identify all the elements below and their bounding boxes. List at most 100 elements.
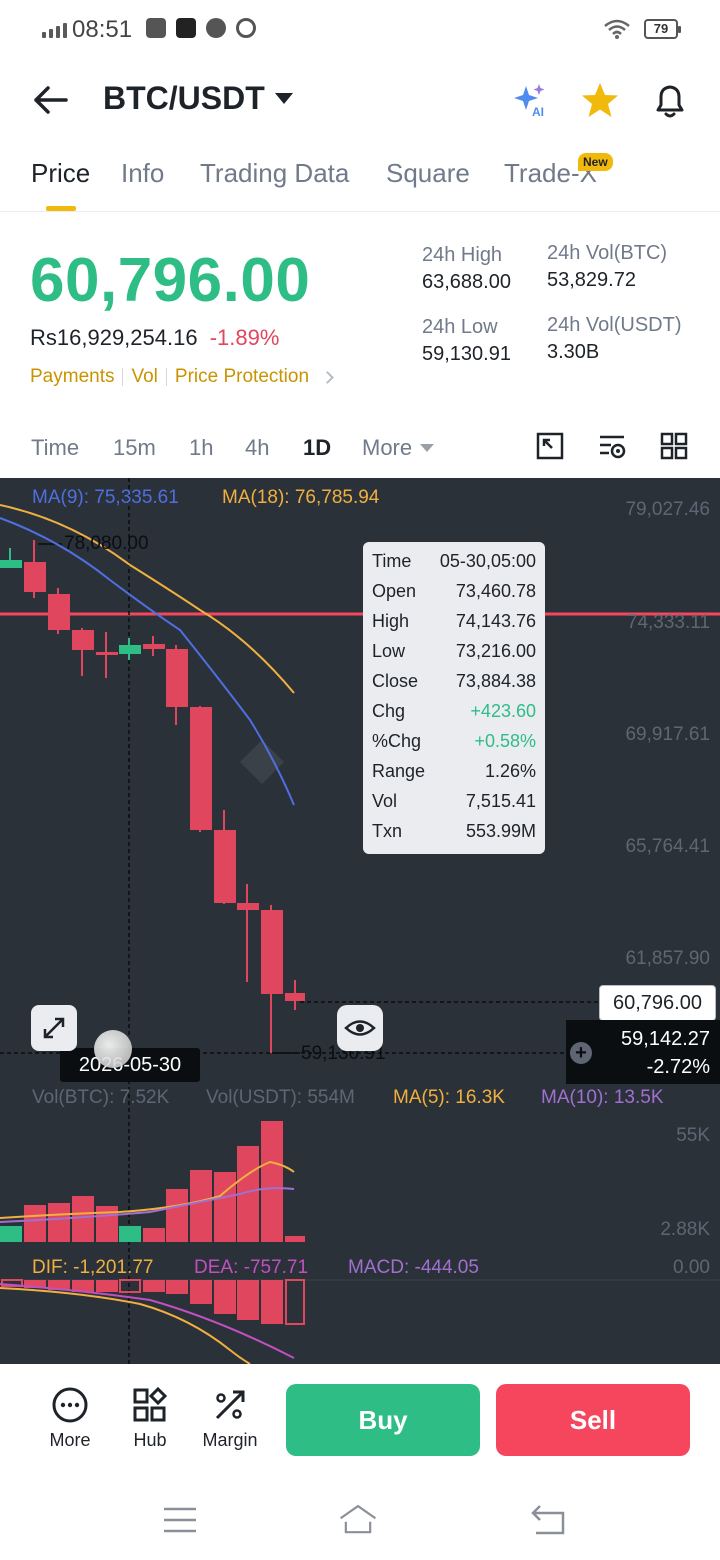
margin-percent-icon	[215, 1390, 245, 1420]
candle-body	[48, 594, 70, 630]
tab-price[interactable]: Price	[31, 158, 90, 189]
macd-y-label: 0.00	[673, 1257, 710, 1278]
tiktok-icon	[176, 18, 196, 38]
tooltip-row: Close 73,884.38	[372, 670, 536, 700]
tooltip-key: Open	[372, 581, 417, 601]
tooltip-value: +0.58%	[474, 731, 536, 751]
interval-1h[interactable]: 1h	[189, 435, 213, 461]
interval-15m[interactable]: 15m	[113, 435, 156, 461]
stat-value: 3.30B	[547, 341, 600, 363]
wifi-icon	[604, 19, 630, 39]
tooltip-row: Open 73,460.78	[372, 580, 536, 610]
bottom-action-bar: More Hub Margin Buy Sell	[0, 1364, 720, 1484]
y-axis-label: 61,857.90	[625, 948, 710, 969]
tooltip-value: 73,216.00	[455, 641, 536, 661]
volume-bar	[214, 1172, 236, 1242]
volume-bar	[119, 1226, 141, 1242]
volume-bar	[285, 1236, 305, 1242]
candle-body	[285, 993, 305, 1001]
interval-time[interactable]: Time	[31, 435, 79, 461]
back-nav-icon[interactable]	[528, 1500, 568, 1540]
more-button[interactable]: More	[30, 1386, 110, 1451]
price-change-percent: -1.89%	[209, 325, 280, 350]
chevron-down-icon	[420, 444, 435, 452]
payments-link[interactable]: Payments	[30, 366, 114, 388]
tooltip-value: 73,884.38	[455, 671, 536, 691]
interval-4h[interactable]: 4h	[245, 435, 269, 461]
tooltip-row: Txn 553.99M	[372, 820, 536, 850]
home-icon[interactable]	[338, 1500, 378, 1540]
link-divider	[122, 368, 124, 386]
favorite-star-icon[interactable]	[580, 80, 620, 120]
chevron-right-icon[interactable]	[321, 370, 334, 384]
signal-icon	[42, 22, 67, 38]
interval-bar: Time 15m 1h 4h 1D More	[0, 425, 720, 475]
vol-usdt-label: Vol(USDT): 554M	[206, 1087, 355, 1108]
expand-arrows-icon	[43, 1017, 65, 1039]
volume-bar	[190, 1170, 212, 1242]
candlestick-chart[interactable]: MA(9): 75,335.61 MA(18): 76,785.94 79,02…	[0, 478, 720, 1364]
bell-icon[interactable]	[650, 80, 690, 120]
candle-body	[24, 562, 46, 592]
chat-icon	[206, 18, 226, 38]
system-nav-bar	[0, 1484, 720, 1560]
interval-more[interactable]: More	[362, 435, 435, 461]
tooltip-row: Chg +423.60	[372, 700, 536, 730]
interval-more-label: More	[362, 435, 413, 460]
status-bar: 08:51 79	[0, 0, 720, 60]
margin-button[interactable]: Margin	[190, 1386, 270, 1451]
crosshair-change: -2.72%	[646, 1056, 710, 1078]
price-protection-link[interactable]: Price Protection	[175, 366, 309, 388]
interval-1d[interactable]: 1D	[303, 435, 331, 461]
tooltip-key: Chg	[372, 701, 406, 721]
fullscreen-chart-icon[interactable]	[535, 431, 565, 461]
stat-value: 63,688.00	[422, 271, 511, 293]
buy-button[interactable]: Buy	[286, 1384, 480, 1456]
tab-trading-data[interactable]: Trading Data	[200, 158, 349, 189]
candle-body	[237, 903, 259, 910]
stat-24h-vol-usdt: 24h Vol(USDT) 3.30B	[547, 314, 682, 364]
back-arrow-icon[interactable]	[30, 82, 70, 118]
dif-label: DIF: -1,201.77	[32, 1257, 154, 1278]
dea-label: DEA: -757.71	[194, 1257, 309, 1278]
y-axis-label: 79,027.46	[625, 499, 710, 520]
candle-body	[0, 560, 22, 568]
stat-24h-high: 24h High 63,688.00	[422, 244, 511, 294]
expand-chart-button[interactable]	[31, 1005, 77, 1051]
candle-body	[96, 652, 118, 655]
stat-label: 24h Low	[422, 316, 498, 338]
volume-bar	[72, 1196, 94, 1242]
sell-button[interactable]: Sell	[496, 1384, 690, 1456]
pair-selector[interactable]: BTC/USDT	[103, 80, 293, 117]
menu-lines-icon[interactable]	[160, 1500, 200, 1540]
tooltip-row: Low 73,216.00	[372, 640, 536, 670]
tab-info[interactable]: Info	[121, 158, 164, 189]
candle-body	[261, 910, 283, 994]
high-marker-label: 78,080.00	[64, 533, 149, 554]
volume-bar	[166, 1189, 188, 1242]
tooltip-value: 7,515.41	[465, 791, 536, 811]
ai-sparkle-icon[interactable]: AI	[510, 80, 550, 120]
app-header: BTC/USDT AI	[0, 70, 720, 130]
volume-bar	[0, 1226, 22, 1242]
hub-grid-icon	[133, 1386, 168, 1422]
add-order-plus-icon[interactable]: +	[570, 1042, 592, 1064]
link-divider	[165, 368, 167, 386]
stat-label: 24h Vol(BTC)	[547, 242, 668, 264]
tooltip-row: Time 05-30,05:00	[372, 550, 536, 580]
hub-button[interactable]: Hub	[110, 1386, 190, 1451]
new-badge: New	[578, 153, 613, 171]
eye-icon	[344, 1020, 376, 1036]
grid-layout-icon[interactable]	[659, 431, 689, 461]
indicator-settings-icon[interactable]	[597, 431, 627, 461]
tab-square[interactable]: Square	[386, 158, 470, 189]
battery-icon: 79	[644, 19, 681, 39]
crosshair-price: 59,142.27	[621, 1028, 710, 1050]
vol-ma10-label: MA(10): 13.5K	[541, 1087, 664, 1108]
crosshair-price-tag[interactable]: + 59,142.27 -2.72%	[566, 1020, 720, 1084]
y-axis-label: 65,764.41	[625, 836, 710, 857]
tooltip-key: %Chg	[372, 731, 422, 751]
vol-link[interactable]: Vol	[131, 366, 157, 388]
visibility-toggle-button[interactable]	[337, 1005, 383, 1051]
tooltip-row: High 74,143.76	[372, 610, 536, 640]
